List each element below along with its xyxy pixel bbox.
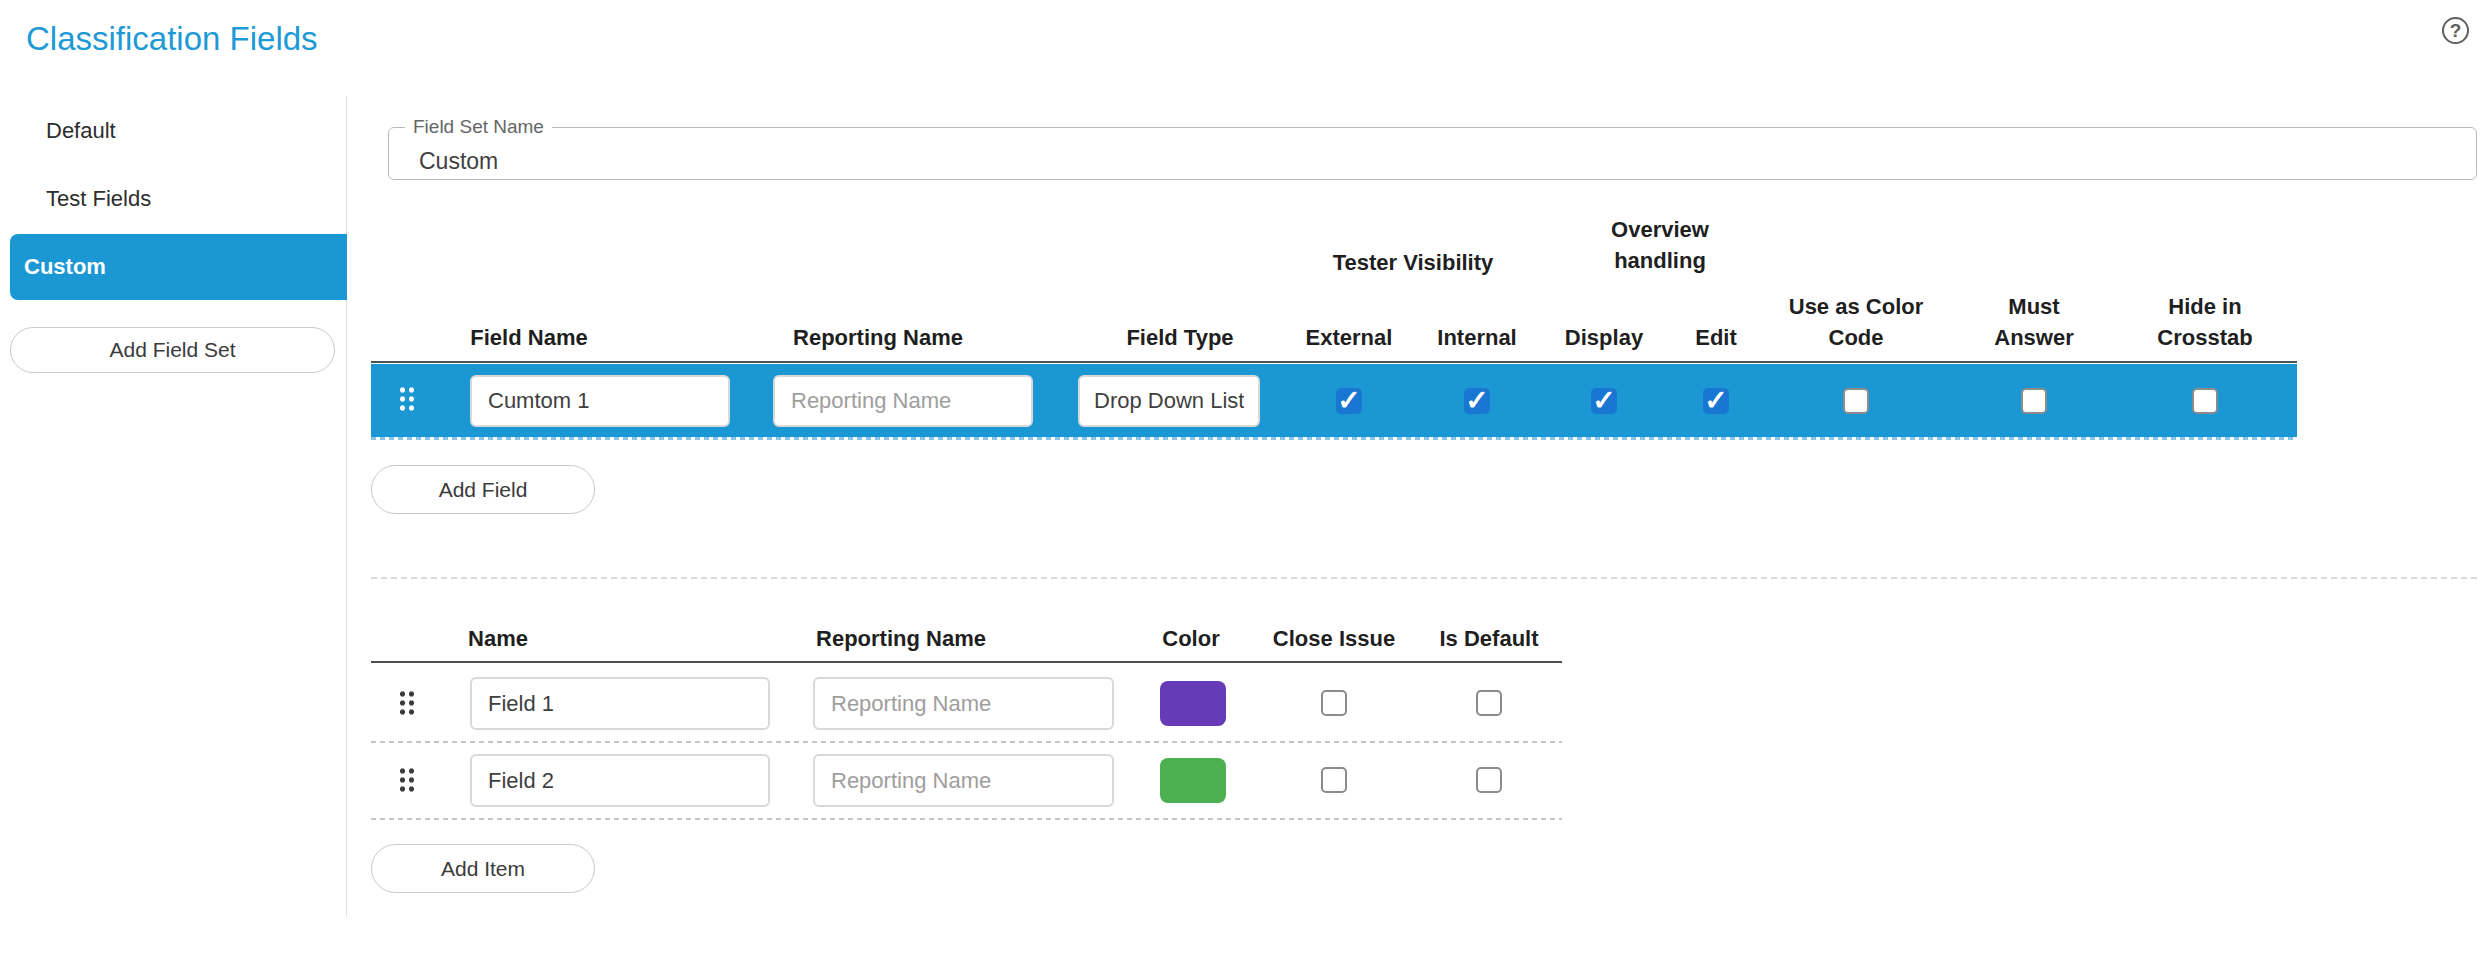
checkbox-external[interactable] — [1336, 388, 1362, 414]
drag-handle-item-2[interactable] — [398, 767, 416, 794]
col-header-must-answer: Must Answer — [1984, 291, 2084, 353]
sidebar-item-custom[interactable]: Custom — [10, 234, 347, 300]
item-2-reporting-name-input[interactable] — [813, 754, 1114, 807]
fields-table-header-rule — [371, 361, 2297, 363]
field-row-bottom-dash — [371, 437, 2297, 440]
col-header-use-as-color-code: Use as Color Code — [1776, 291, 1936, 353]
item-row-divider-2 — [371, 818, 1562, 820]
classification-fields-page: Classification Fields ? Default Test Fie… — [0, 0, 2488, 960]
checkbox-must-answer[interactable] — [2021, 388, 2047, 414]
sidebar-item-default[interactable]: Default — [46, 118, 116, 144]
sidebar-item-custom-label: Custom — [24, 254, 106, 280]
item-2-checkbox-close-issue[interactable] — [1321, 767, 1347, 793]
field-reporting-name-input[interactable] — [773, 375, 1033, 427]
checkbox-use-as-color-code[interactable] — [1843, 388, 1869, 414]
checkbox-hide-in-crosstab[interactable] — [2192, 388, 2218, 414]
item-row-divider-1 — [371, 741, 1562, 743]
item-2-color-swatch[interactable] — [1160, 758, 1226, 803]
items-col-header-close-issue: Close Issue — [1273, 623, 1395, 654]
field-set-name-label: Field Set Name — [405, 116, 552, 138]
items-table-header-rule — [371, 661, 1562, 663]
help-icon[interactable]: ? — [2442, 17, 2469, 44]
items-col-header-color: Color — [1162, 623, 1219, 654]
page-title: Classification Fields — [26, 20, 318, 58]
drag-handle-field-row[interactable] — [398, 386, 416, 413]
field-type-input[interactable] — [1078, 375, 1260, 427]
drag-handle-item-1[interactable] — [398, 690, 416, 717]
item-1-reporting-name-input[interactable] — [813, 677, 1114, 730]
col-header-internal: Internal — [1437, 322, 1516, 353]
checkbox-edit[interactable] — [1703, 388, 1729, 414]
item-1-checkbox-close-issue[interactable] — [1321, 690, 1347, 716]
group-header-tester-visibility: Tester Visibility — [1333, 247, 1494, 278]
col-header-external: External — [1306, 322, 1393, 353]
field-set-name-value[interactable]: Custom — [419, 148, 498, 175]
items-col-header-is-default: Is Default — [1439, 623, 1538, 654]
sidebar-divider — [346, 96, 347, 917]
items-col-header-reporting-name: Reporting Name — [816, 623, 986, 654]
sidebar-item-test-fields[interactable]: Test Fields — [46, 186, 151, 212]
item-1-color-swatch[interactable] — [1160, 681, 1226, 726]
group-header-overview-handling: Overview handling — [1595, 214, 1725, 276]
item-2-name-input[interactable] — [470, 754, 770, 807]
field-set-name-field[interactable]: Field Set Name Custom — [388, 116, 2477, 180]
col-header-hide-in-crosstab: Hide in Crosstab — [2148, 291, 2263, 353]
field-name-input[interactable] — [470, 375, 730, 427]
add-item-button[interactable]: Add Item — [371, 844, 595, 893]
add-field-set-button[interactable]: Add Field Set — [10, 327, 335, 373]
col-header-field-name: Field Name — [470, 322, 587, 353]
checkbox-display[interactable] — [1591, 388, 1617, 414]
add-field-button[interactable]: Add Field — [371, 465, 595, 514]
col-header-display: Display — [1565, 322, 1643, 353]
item-1-name-input[interactable] — [470, 677, 770, 730]
col-header-edit: Edit — [1695, 322, 1737, 353]
col-header-reporting-name: Reporting Name — [793, 322, 963, 353]
section-divider — [371, 577, 2477, 579]
checkbox-internal[interactable] — [1464, 388, 1490, 414]
help-glyph: ? — [2450, 20, 2462, 42]
item-1-checkbox-is-default[interactable] — [1476, 690, 1502, 716]
items-col-header-name: Name — [468, 623, 528, 654]
col-header-field-type: Field Type — [1126, 322, 1233, 353]
item-2-checkbox-is-default[interactable] — [1476, 767, 1502, 793]
